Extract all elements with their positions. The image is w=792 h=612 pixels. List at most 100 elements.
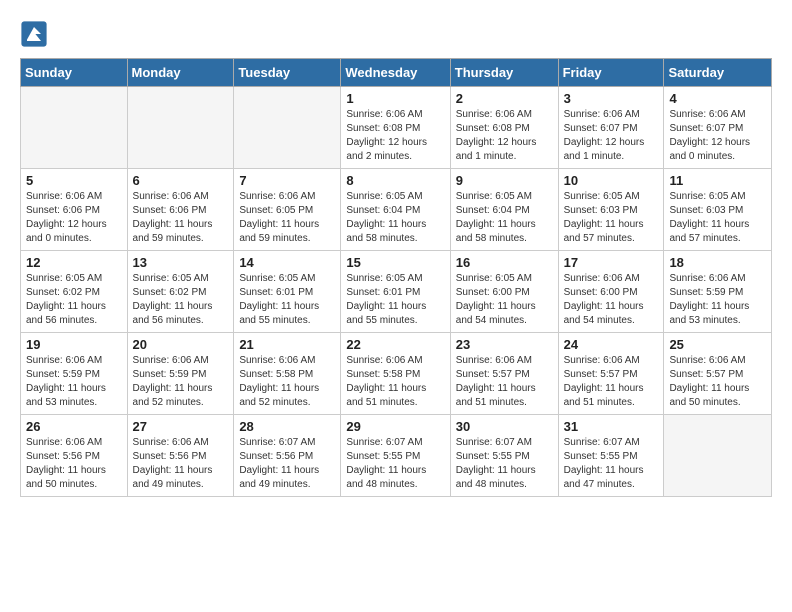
day-number: 10: [564, 173, 659, 188]
day-number: 17: [564, 255, 659, 270]
day-number: 15: [346, 255, 444, 270]
day-number: 8: [346, 173, 444, 188]
day-number: 31: [564, 419, 659, 434]
day-info: Sunrise: 6:06 AM Sunset: 6:05 PM Dayligh…: [239, 190, 335, 246]
day-number: 27: [133, 419, 229, 434]
calendar-cell: 28 Sunrise: 6:07 AM Sunset: 5:56 PM Dayli…: [234, 415, 341, 497]
day-number: 5: [26, 173, 122, 188]
day-info: Sunrise: 6:06 AM Sunset: 6:08 PM Dayligh…: [346, 108, 444, 164]
day-number: 22: [346, 337, 444, 352]
day-number: 26: [26, 419, 122, 434]
calendar-cell: 5 Sunrise: 6:06 AM Sunset: 6:06 PM Daylig…: [21, 169, 128, 251]
day-info: Sunrise: 6:05 AM Sunset: 6:02 PM Dayligh…: [133, 272, 229, 328]
page-header: [20, 20, 772, 48]
day-number: 28: [239, 419, 335, 434]
calendar-cell: [127, 87, 234, 169]
day-number: 14: [239, 255, 335, 270]
calendar-cell: 31 Sunrise: 6:07 AM Sunset: 5:55 PM Dayli…: [558, 415, 664, 497]
calendar-cell: 6 Sunrise: 6:06 AM Sunset: 6:06 PM Daylig…: [127, 169, 234, 251]
calendar-table: SundayMondayTuesdayWednesdayThursdayFrid…: [20, 58, 772, 497]
calendar-cell: [234, 87, 341, 169]
day-info: Sunrise: 6:05 AM Sunset: 6:02 PM Dayligh…: [26, 272, 122, 328]
day-info: Sunrise: 6:05 AM Sunset: 6:01 PM Dayligh…: [346, 272, 444, 328]
calendar-week-row: 19Sunrise: 6:06 AM Sunset: 5:59 PM Dayli…: [21, 333, 772, 415]
calendar-cell: 23 Sunrise: 6:06 AM Sunset: 5:57 PM Dayli…: [450, 333, 558, 415]
calendar-cell: 17 Sunrise: 6:06 AM Sunset: 6:00 PM Dayli…: [558, 251, 664, 333]
calendar-cell: 10 Sunrise: 6:05 AM Sunset: 6:03 PM Dayli…: [558, 169, 664, 251]
day-info: Sunrise: 6:06 AM Sunset: 5:57 PM Dayligh…: [564, 354, 659, 410]
day-info: Sunrise: 6:06 AM Sunset: 5:59 PM Dayligh…: [26, 354, 122, 410]
calendar-cell: 3Sunrise: 6:06 AM Sunset: 6:07 PM Daylig…: [558, 87, 664, 169]
day-number: 16: [456, 255, 553, 270]
day-info: Sunrise: 6:05 AM Sunset: 6:03 PM Dayligh…: [669, 190, 766, 246]
day-info: Sunrise: 6:07 AM Sunset: 5:56 PM Dayligh…: [239, 436, 335, 492]
calendar-week-row: 26 Sunrise: 6:06 AM Sunset: 5:56 PM Dayli…: [21, 415, 772, 497]
calendar-cell: 8 Sunrise: 6:05 AM Sunset: 6:04 PM Daylig…: [341, 169, 450, 251]
day-number: 25: [669, 337, 766, 352]
calendar-cell: 20Sunrise: 6:06 AM Sunset: 5:59 PM Dayli…: [127, 333, 234, 415]
day-info: Sunrise: 6:05 AM Sunset: 6:01 PM Dayligh…: [239, 272, 335, 328]
calendar-cell: 25Sunrise: 6:06 AM Sunset: 5:57 PM Dayli…: [664, 333, 772, 415]
day-info: Sunrise: 6:06 AM Sunset: 5:59 PM Dayligh…: [133, 354, 229, 410]
weekday-header: Thursday: [450, 59, 558, 87]
day-info: Sunrise: 6:06 AM Sunset: 5:59 PM Dayligh…: [669, 272, 766, 328]
day-number: 18: [669, 255, 766, 270]
logo-icon: [20, 20, 48, 48]
calendar-cell: 1 Sunrise: 6:06 AM Sunset: 6:08 PM Daylig…: [341, 87, 450, 169]
calendar-cell: 26 Sunrise: 6:06 AM Sunset: 5:56 PM Dayli…: [21, 415, 128, 497]
day-number: 9: [456, 173, 553, 188]
calendar-week-row: 12 Sunrise: 6:05 AM Sunset: 6:02 PM Dayli…: [21, 251, 772, 333]
day-info: Sunrise: 6:06 AM Sunset: 5:58 PM Dayligh…: [239, 354, 335, 410]
calendar-cell: 12 Sunrise: 6:05 AM Sunset: 6:02 PM Dayli…: [21, 251, 128, 333]
calendar-cell: [21, 87, 128, 169]
day-info: Sunrise: 6:07 AM Sunset: 5:55 PM Dayligh…: [346, 436, 444, 492]
weekday-header: Wednesday: [341, 59, 450, 87]
day-number: 6: [133, 173, 229, 188]
calendar-cell: 29 Sunrise: 6:07 AM Sunset: 5:55 PM Dayli…: [341, 415, 450, 497]
calendar-cell: 30Sunrise: 6:07 AM Sunset: 5:55 PM Dayli…: [450, 415, 558, 497]
day-info: Sunrise: 6:06 AM Sunset: 6:08 PM Dayligh…: [456, 108, 553, 164]
weekday-header: Friday: [558, 59, 664, 87]
day-info: Sunrise: 6:05 AM Sunset: 6:03 PM Dayligh…: [564, 190, 659, 246]
calendar-cell: 16 Sunrise: 6:05 AM Sunset: 6:00 PM Dayli…: [450, 251, 558, 333]
calendar-cell: 14 Sunrise: 6:05 AM Sunset: 6:01 PM Dayli…: [234, 251, 341, 333]
day-info: Sunrise: 6:05 AM Sunset: 6:04 PM Dayligh…: [456, 190, 553, 246]
day-number: 12: [26, 255, 122, 270]
day-info: Sunrise: 6:06 AM Sunset: 6:06 PM Dayligh…: [133, 190, 229, 246]
day-info: Sunrise: 6:06 AM Sunset: 6:06 PM Dayligh…: [26, 190, 122, 246]
weekday-header: Tuesday: [234, 59, 341, 87]
day-info: Sunrise: 6:06 AM Sunset: 6:07 PM Dayligh…: [669, 108, 766, 164]
calendar-cell: 18 Sunrise: 6:06 AM Sunset: 5:59 PM Dayli…: [664, 251, 772, 333]
calendar-cell: [664, 415, 772, 497]
calendar-cell: 11Sunrise: 6:05 AM Sunset: 6:03 PM Dayli…: [664, 169, 772, 251]
day-info: Sunrise: 6:06 AM Sunset: 6:00 PM Dayligh…: [564, 272, 659, 328]
weekday-header: Sunday: [21, 59, 128, 87]
weekday-header: Monday: [127, 59, 234, 87]
weekday-header: Saturday: [664, 59, 772, 87]
day-info: Sunrise: 6:06 AM Sunset: 5:57 PM Dayligh…: [456, 354, 553, 410]
calendar-week-row: 5 Sunrise: 6:06 AM Sunset: 6:06 PM Daylig…: [21, 169, 772, 251]
day-info: Sunrise: 6:06 AM Sunset: 5:56 PM Dayligh…: [133, 436, 229, 492]
day-info: Sunrise: 6:06 AM Sunset: 6:07 PM Dayligh…: [564, 108, 659, 164]
day-number: 7: [239, 173, 335, 188]
day-number: 30: [456, 419, 553, 434]
day-info: Sunrise: 6:07 AM Sunset: 5:55 PM Dayligh…: [564, 436, 659, 492]
calendar-cell: 19Sunrise: 6:06 AM Sunset: 5:59 PM Dayli…: [21, 333, 128, 415]
day-info: Sunrise: 6:05 AM Sunset: 6:00 PM Dayligh…: [456, 272, 553, 328]
day-number: 4: [669, 91, 766, 106]
calendar-cell: 24 Sunrise: 6:06 AM Sunset: 5:57 PM Dayli…: [558, 333, 664, 415]
calendar-cell: 4 Sunrise: 6:06 AM Sunset: 6:07 PM Daylig…: [664, 87, 772, 169]
day-number: 21: [239, 337, 335, 352]
logo: [20, 20, 52, 48]
calendar-cell: 22Sunrise: 6:06 AM Sunset: 5:58 PM Dayli…: [341, 333, 450, 415]
day-info: Sunrise: 6:06 AM Sunset: 5:56 PM Dayligh…: [26, 436, 122, 492]
day-info: Sunrise: 6:05 AM Sunset: 6:04 PM Dayligh…: [346, 190, 444, 246]
day-number: 24: [564, 337, 659, 352]
day-number: 23: [456, 337, 553, 352]
calendar-week-row: 1 Sunrise: 6:06 AM Sunset: 6:08 PM Daylig…: [21, 87, 772, 169]
calendar-cell: 15 Sunrise: 6:05 AM Sunset: 6:01 PM Dayli…: [341, 251, 450, 333]
weekday-header-row: SundayMondayTuesdayWednesdayThursdayFrid…: [21, 59, 772, 87]
day-number: 1: [346, 91, 444, 106]
day-number: 29: [346, 419, 444, 434]
calendar-cell: 9 Sunrise: 6:05 AM Sunset: 6:04 PM Daylig…: [450, 169, 558, 251]
